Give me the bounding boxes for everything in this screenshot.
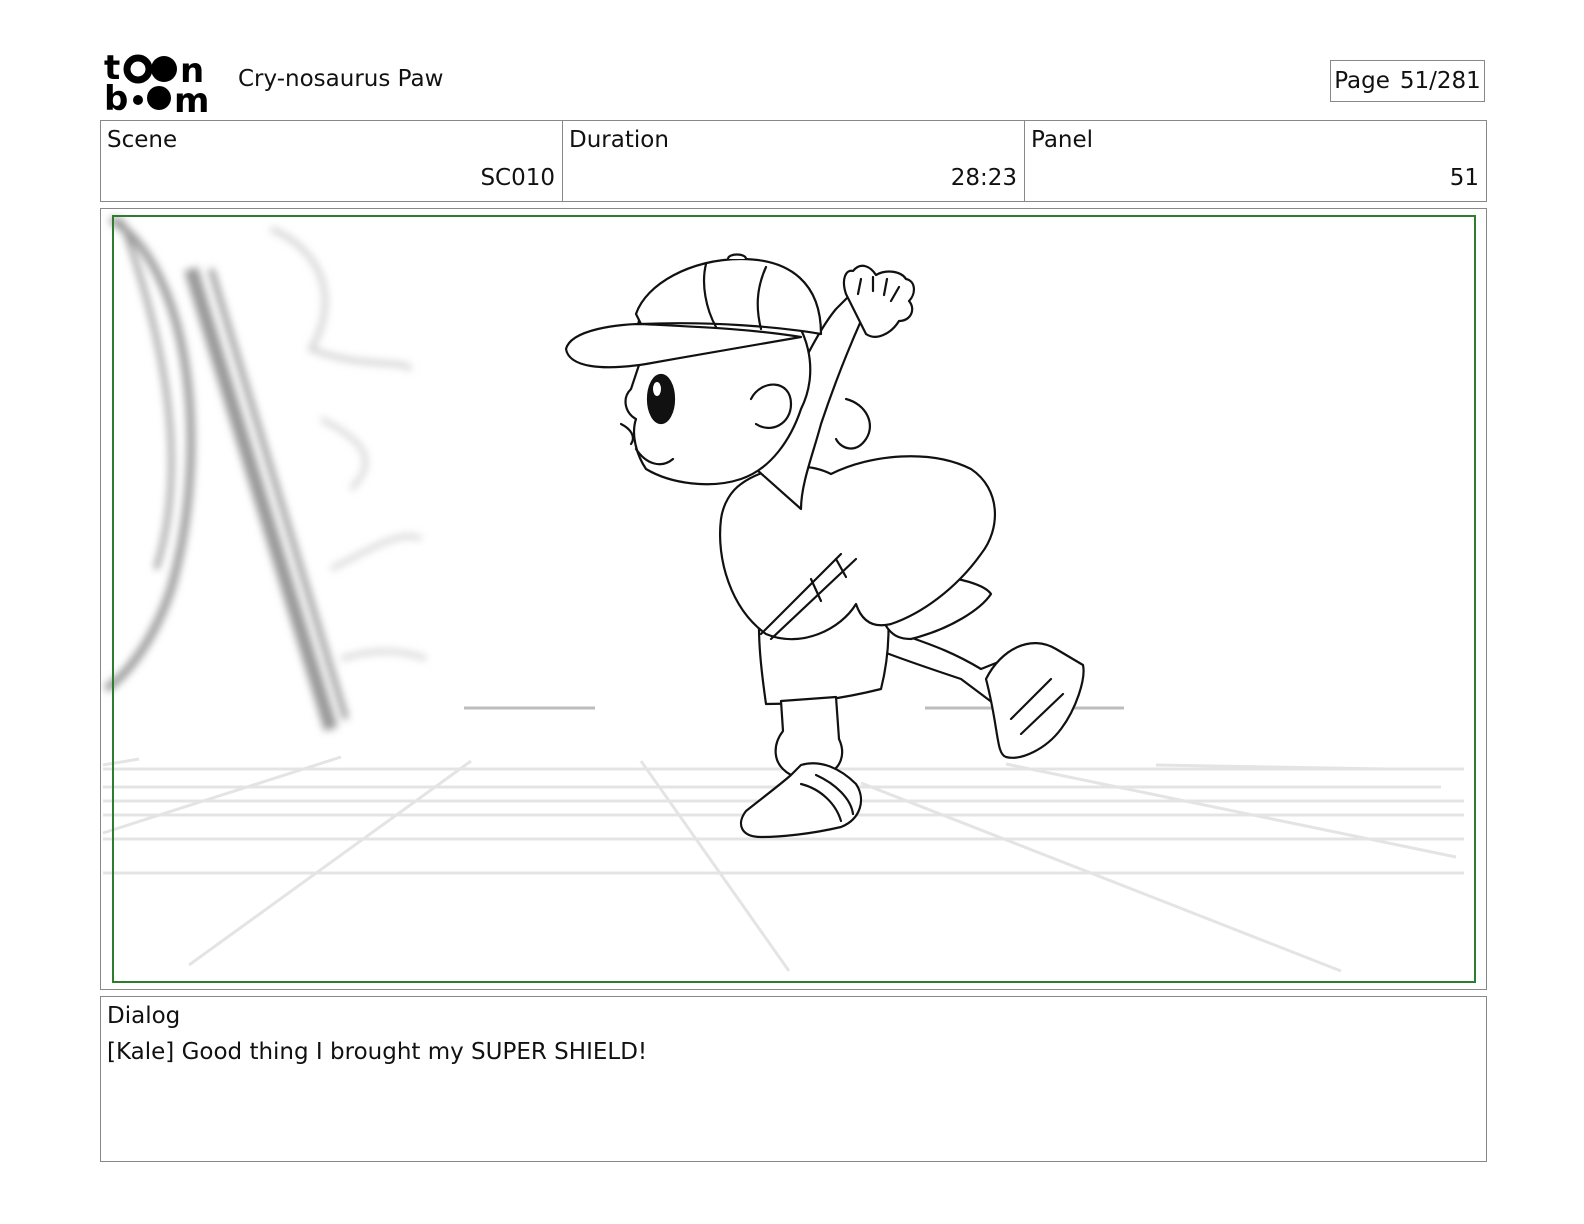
scene-label: Scene	[107, 127, 178, 153]
panel-value: 51	[1449, 165, 1479, 191]
panel-cell: Panel 51	[1025, 121, 1486, 201]
storyboard-panel	[100, 208, 1487, 990]
toonboom-logo: t n b m	[104, 48, 216, 121]
page-label: Page	[1334, 68, 1390, 94]
svg-text:b: b	[104, 79, 128, 114]
scene-cell: Scene SC010	[101, 121, 563, 201]
panel-info-row: Scene SC010 Duration 28:23 Panel 51	[100, 120, 1487, 202]
scene-value: SC010	[480, 165, 555, 191]
duration-value: 28:23	[950, 165, 1017, 191]
safe-area-frame	[112, 215, 1476, 983]
page-indicator: Page 51/281	[1330, 60, 1485, 102]
svg-text:m: m	[174, 81, 209, 114]
duration-label: Duration	[569, 127, 669, 153]
page-value: 51/281	[1399, 68, 1481, 94]
dialog-box: Dialog [Kale] Good thing I brought my SU…	[100, 996, 1487, 1162]
duration-cell: Duration 28:23	[563, 121, 1025, 201]
project-title: Cry-nosaurus Paw	[238, 66, 444, 92]
dialog-label: Dialog	[107, 1003, 181, 1029]
panel-label: Panel	[1031, 127, 1094, 153]
dialog-text: [Kale] Good thing I brought my SUPER SHI…	[107, 1039, 648, 1065]
